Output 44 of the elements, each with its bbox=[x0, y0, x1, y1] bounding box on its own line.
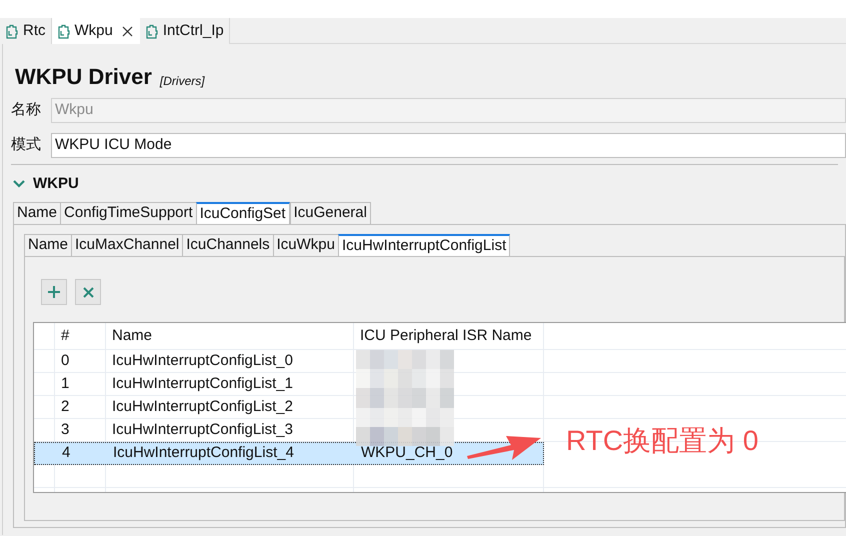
editor-subtitle: [Drivers] bbox=[160, 75, 205, 88]
column-header[interactable]: Name bbox=[105, 324, 353, 348]
section-title: WKPU bbox=[33, 174, 79, 194]
plugin-icon bbox=[5, 24, 18, 38]
tab[interactable]: IcuWkpu bbox=[272, 234, 338, 256]
tab[interactable]: IcuGeneral bbox=[290, 202, 371, 224]
field-label: 模式 bbox=[11, 135, 42, 156]
editor-tab[interactable]: IntCtrl_Ip bbox=[140, 18, 230, 44]
table-cell-text: IcuHwInterruptConfigList_2 bbox=[111, 396, 294, 417]
table-cell-text: 1 bbox=[60, 374, 70, 394]
table-cell-text: 2 bbox=[60, 396, 70, 417]
tab[interactable]: IcuChannels bbox=[182, 234, 273, 256]
plugin-icon bbox=[56, 24, 70, 38]
table-cell-text: 3 bbox=[60, 420, 70, 440]
tab[interactable]: ConfigTimeSupport bbox=[60, 202, 196, 224]
table-row[interactable]: 4 IcuHwInterruptConfigList_4 WKPU_CH_0 bbox=[34, 442, 544, 465]
editor-title: WKPU Driver bbox=[15, 66, 152, 88]
table-cell-text: 0 bbox=[60, 350, 70, 371]
add-button[interactable] bbox=[41, 279, 67, 305]
column-header[interactable]: # bbox=[54, 324, 105, 348]
close-icon bbox=[82, 286, 94, 298]
text-field[interactable]: WKPU ICU Mode bbox=[51, 133, 846, 158]
chevron-down-icon[interactable] bbox=[13, 180, 25, 188]
tab[interactable]: Name bbox=[13, 202, 60, 224]
editor-tab[interactable]: Wkpu bbox=[52, 18, 140, 44]
table-cell-text: IcuHwInterruptConfigList_0 bbox=[111, 350, 294, 371]
tab[interactable]: IcuConfigSet bbox=[196, 202, 290, 224]
plugin-icon bbox=[144, 24, 158, 38]
table-cell-text: IcuHwInterruptConfigList_1 bbox=[111, 374, 294, 394]
editor-tab[interactable]: Rtc bbox=[0, 18, 52, 44]
column-header[interactable]: ICU Peripheral ISR Name bbox=[353, 324, 543, 348]
close-icon[interactable] bbox=[120, 24, 135, 38]
tab[interactable]: IcuHwInterruptConfigList bbox=[338, 234, 510, 256]
text-field: Wkpu bbox=[51, 98, 846, 123]
tab[interactable]: Name bbox=[24, 234, 72, 256]
field-label: 名称 bbox=[11, 100, 42, 120]
plus-icon bbox=[47, 285, 61, 299]
table-cell-text: 4 bbox=[61, 443, 72, 464]
table-cell-text: WKPU_CH_0 bbox=[360, 443, 453, 464]
tab[interactable]: IcuMaxChannel bbox=[71, 234, 182, 256]
remove-button[interactable] bbox=[75, 279, 101, 305]
table-cell-text: IcuHwInterruptConfigList_3 bbox=[111, 420, 294, 440]
table-cell-text: IcuHwInterruptConfigList_4 bbox=[112, 443, 295, 464]
annotation-text: RTC换配置为 0 bbox=[566, 424, 758, 458]
